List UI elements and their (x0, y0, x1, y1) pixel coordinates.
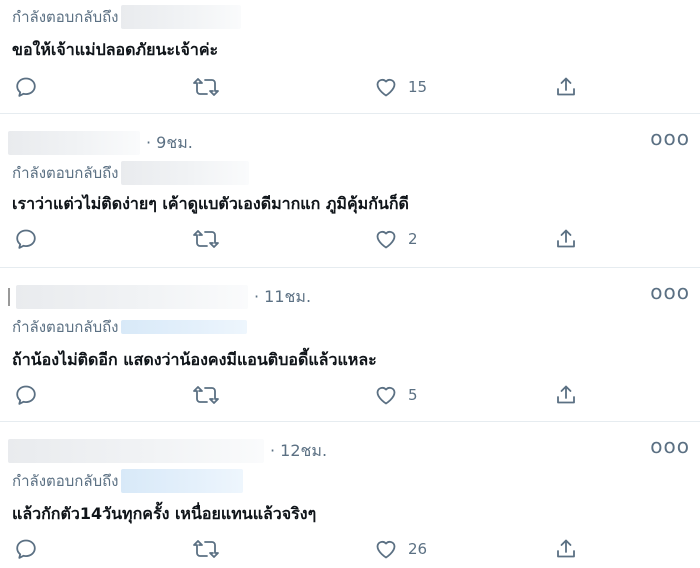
more-button[interactable]: ooo (650, 282, 690, 302)
retweet-icon (193, 540, 219, 558)
share-icon (557, 229, 575, 248)
retweet-icon (193, 230, 219, 248)
more-button[interactable]: ooo (650, 128, 690, 148)
tweet-actions: 15 (0, 72, 700, 102)
heart-icon (376, 386, 396, 405)
like-button[interactable]: 5 (374, 380, 418, 410)
replying-to-label: กำลังตอบกลับถึง (12, 8, 119, 26)
replying-to-label: กำลังตอบกลับถึง (12, 318, 119, 336)
share-button[interactable] (554, 72, 578, 102)
reply-icon (16, 77, 36, 97)
reply-icon (16, 229, 36, 249)
tweet-actions: 5 (0, 380, 700, 410)
share-icon (557, 385, 575, 404)
like-button[interactable]: 2 (374, 224, 418, 254)
share-button[interactable] (554, 534, 578, 564)
like-count: 2 (408, 230, 418, 248)
share-button[interactable] (554, 380, 578, 410)
reply-icon (16, 539, 36, 559)
avatar-edge (8, 288, 10, 306)
replying-to: กำลังตอบกลับถึง (12, 4, 241, 30)
redacted-username (120, 5, 241, 29)
like-count: 26 (408, 540, 428, 558)
replying-to-label: กำลังตอบกลับถึง (12, 472, 119, 490)
replying-to: กำลังตอบกลับถึง (12, 160, 249, 186)
redacted-username (120, 469, 243, 493)
tweet-header: · 9ชม. (8, 128, 193, 158)
retweet-button[interactable] (192, 72, 220, 102)
retweet-button[interactable] (192, 534, 220, 564)
replying-to-label: กำลังตอบกลับถึง (12, 164, 119, 182)
reply-button[interactable] (14, 380, 38, 410)
tweet[interactable]: กำลังตอบกลับถึง ขอให้เจ้าแม่ปลอดภัยนะเจ้… (0, 0, 700, 114)
tweet-text: แล้วกักตัว14วันทุกครั้ง เหนื่อยแทนแล้วจร… (12, 504, 317, 523)
tweet[interactable]: · 12ชม. ooo กำลังตอบกลับถึง แล้วกักตัว14… (0, 422, 700, 568)
tweet[interactable]: · 11ชม. ooo กำลังตอบกลับถึง ถ้าน้องไม่ติ… (0, 268, 700, 422)
redacted-username (16, 285, 248, 309)
heart-icon (376, 78, 396, 97)
tweet-time[interactable]: · 9ชม. (146, 131, 193, 156)
share-button[interactable] (554, 224, 578, 254)
replying-to: กำลังตอบกลับถึง (12, 468, 243, 494)
like-count: 5 (408, 386, 418, 404)
like-button[interactable]: 15 (374, 72, 427, 102)
tweet-text: ขอให้เจ้าแม่ปลอดภัยนะเจ้าค่ะ (12, 40, 219, 59)
more-button[interactable]: ooo (650, 436, 690, 456)
retweet-icon (193, 386, 219, 404)
reply-feed: กำลังตอบกลับถึง ขอให้เจ้าแม่ปลอดภัยนะเจ้… (0, 0, 700, 568)
reply-button[interactable] (14, 72, 38, 102)
heart-icon (376, 230, 396, 249)
reply-button[interactable] (14, 224, 38, 254)
retweet-icon (193, 78, 219, 96)
redacted-username (8, 131, 140, 155)
replying-to: กำลังตอบกลับถึง (12, 314, 247, 340)
share-icon (557, 539, 575, 558)
retweet-button[interactable] (192, 380, 220, 410)
tweet-text: เราว่าแต่วไม่ติดง่ายๆ เค้าดูแบตัวเองดีมา… (12, 194, 409, 213)
like-count: 15 (408, 78, 428, 96)
retweet-button[interactable] (192, 224, 220, 254)
redacted-username (120, 161, 249, 185)
like-button[interactable]: 26 (374, 534, 427, 564)
redacted-username (120, 320, 247, 334)
redacted-username (8, 439, 264, 463)
tweet-time[interactable]: · 12ชม. (270, 439, 327, 464)
tweet-header: · 12ชม. (8, 436, 327, 466)
reply-icon (16, 385, 36, 405)
tweet-actions: 26 (0, 534, 700, 564)
tweet-text: ถ้าน้องไม่ติดอีก แสดงว่าน้องคงมีแอนติบอด… (12, 350, 377, 369)
tweet-actions: 2 (0, 224, 700, 254)
tweet-time[interactable]: · 11ชม. (254, 285, 311, 310)
reply-button[interactable] (14, 534, 38, 564)
heart-icon (376, 540, 396, 559)
tweet[interactable]: · 9ชม. ooo กำลังตอบกลับถึง เราว่าแต่วไม่… (0, 114, 700, 268)
share-icon (557, 77, 575, 96)
tweet-header: · 11ชม. (8, 282, 311, 312)
